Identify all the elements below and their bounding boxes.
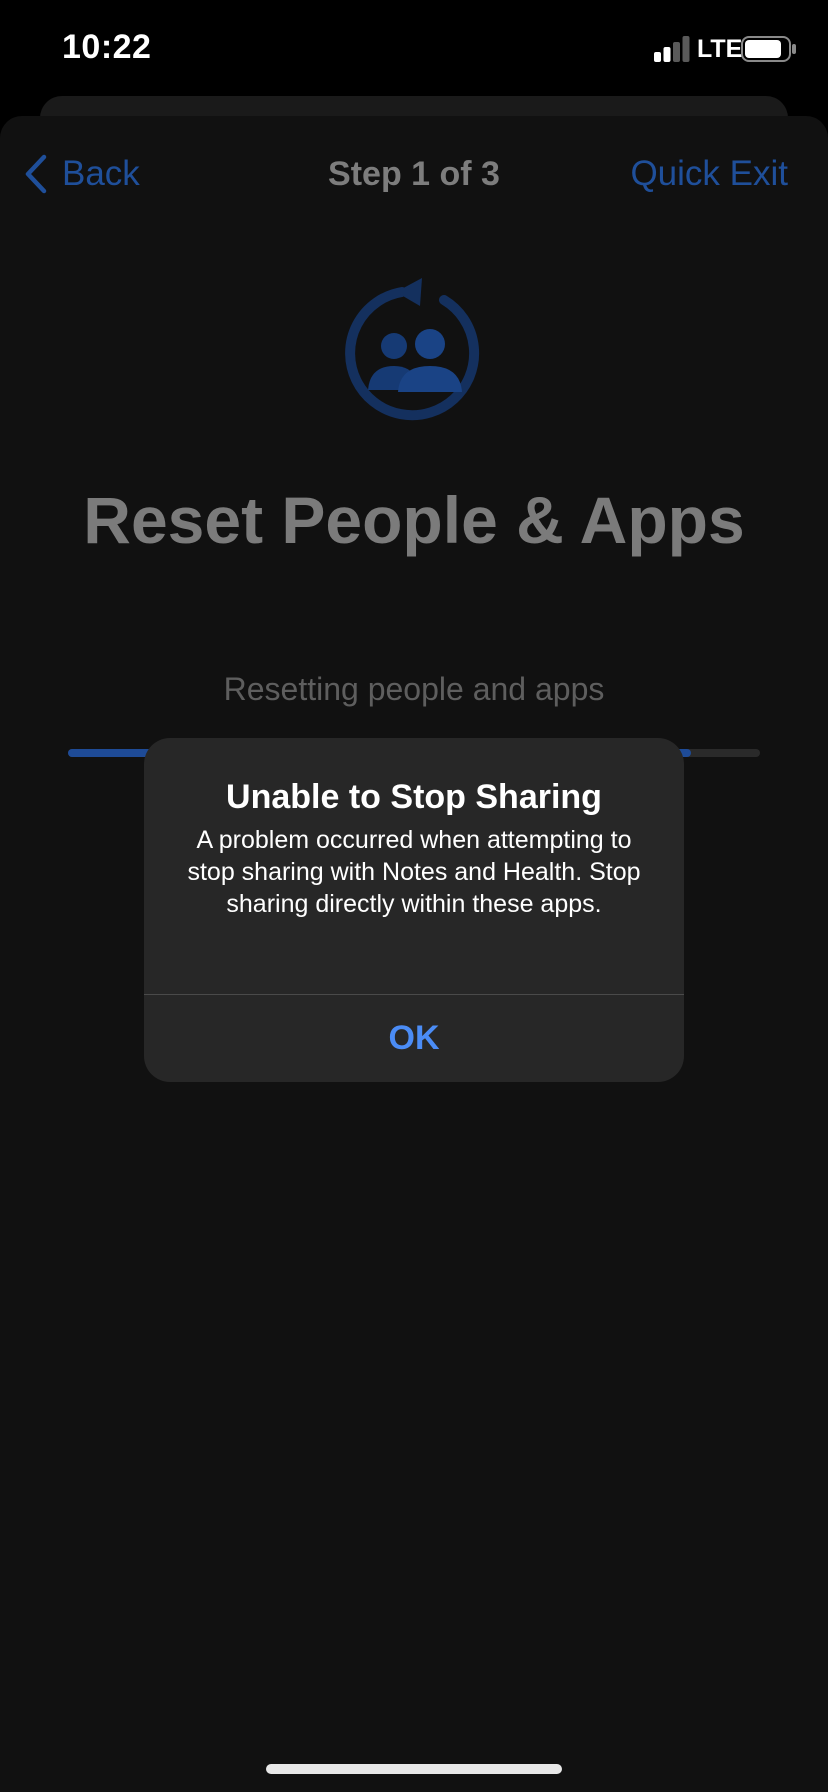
screen: 10:22 LTE Back Step 1 of 3 Quick Exit Re… — [0, 0, 828, 1792]
network-type: LTE — [697, 35, 743, 63]
page-title: Reset People & Apps — [83, 483, 745, 557]
ok-button[interactable]: OK — [144, 995, 684, 1082]
status-time: 10:22 — [62, 28, 152, 66]
progress-label: Resetting people and apps — [223, 671, 605, 707]
home-indicator[interactable] — [266, 1764, 562, 1774]
alert-dialog: Unable to Stop Sharing A problem occurre… — [144, 738, 684, 1082]
battery-icon — [741, 36, 796, 62]
cellular-signal-icon — [654, 36, 690, 62]
people-reset-icon — [345, 278, 480, 421]
status-bar: 10:22 LTE — [0, 0, 828, 100]
quick-exit-button[interactable]: Quick Exit — [630, 152, 788, 196]
alert-message: A problem occurred when attempting to st… — [187, 826, 641, 918]
alert-title: Unable to Stop Sharing — [226, 778, 602, 816]
